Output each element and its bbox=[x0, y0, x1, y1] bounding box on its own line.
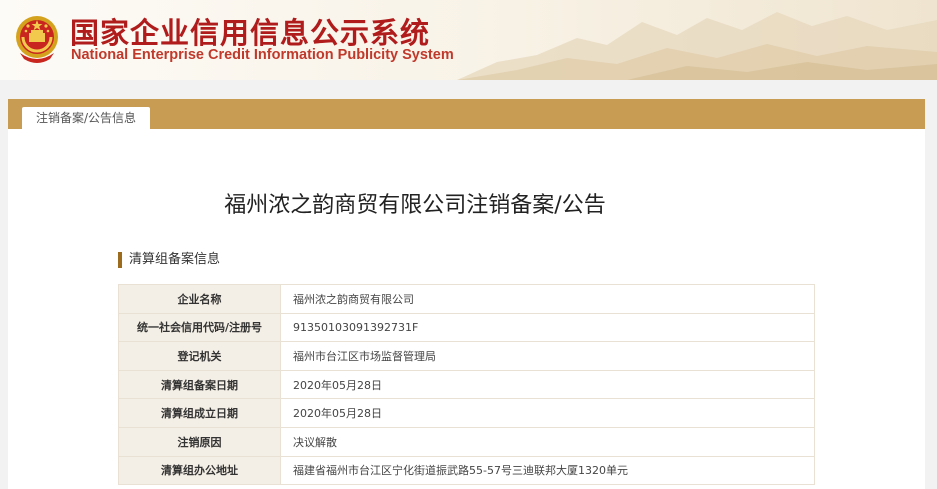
row-value: 决议解散 bbox=[280, 426, 815, 457]
row-value: 福州浓之韵商贸有限公司 bbox=[280, 284, 815, 314]
row-label: 登记机关 bbox=[118, 341, 281, 371]
table-row: 清算组成立日期 2020年05月28日 bbox=[118, 398, 815, 428]
mountain-landscape-decoration bbox=[457, 12, 937, 80]
row-label: 清算组成立日期 bbox=[118, 398, 281, 428]
table-row: 清算组备案日期 2020年05月28日 bbox=[118, 369, 815, 400]
row-value: 2020年05月28日 bbox=[280, 369, 815, 400]
row-label: 统一社会信用代码/注册号 bbox=[118, 312, 281, 343]
table-row: 统一社会信用代码/注册号 91350103091392731F bbox=[118, 312, 815, 343]
table-row: 注销原因 决议解散 bbox=[118, 426, 815, 457]
table-row: 清算组办公地址 福建省福州市台江区宁化街道振武路55-57号三迪联邦大厦1320… bbox=[118, 455, 815, 486]
row-value: 91350103091392731F bbox=[280, 312, 815, 343]
site-subtitle: National Enterprise Credit Information P… bbox=[71, 47, 454, 63]
row-label: 企业名称 bbox=[118, 284, 281, 314]
row-value: 2020年05月28日 bbox=[280, 398, 815, 428]
site-title: 国家企业信用信息公示系统 bbox=[70, 16, 431, 50]
row-value: 福建省福州市台江区宁化街道振武路55-57号三迪联邦大厦1320单元 bbox=[280, 455, 815, 486]
table-row: 登记机关 福州市台江区市场监督管理局 bbox=[118, 341, 815, 371]
tab-deregistration-announcement[interactable]: 注销备案/公告信息 bbox=[22, 107, 151, 130]
row-label: 清算组办公地址 bbox=[118, 455, 281, 486]
tab-bar: 注销备案/公告信息 bbox=[8, 99, 925, 130]
row-value: 福州市台江区市场监督管理局 bbox=[280, 341, 815, 371]
table-row: 企业名称 福州浓之韵商贸有限公司 bbox=[118, 284, 815, 314]
row-label: 注销原因 bbox=[118, 426, 281, 457]
site-header: 国家企业信用信息公示系统 National Enterprise Credit … bbox=[0, 0, 937, 80]
row-label: 清算组备案日期 bbox=[118, 369, 281, 400]
section-title: 清算组备案信息 bbox=[118, 252, 220, 268]
page-title: 福州浓之韵商贸有限公司注销备案/公告 bbox=[224, 193, 606, 218]
liquidation-info-table: 企业名称 福州浓之韵商贸有限公司 统一社会信用代码/注册号 9135010309… bbox=[118, 284, 815, 486]
national-emblem-icon bbox=[14, 13, 60, 65]
